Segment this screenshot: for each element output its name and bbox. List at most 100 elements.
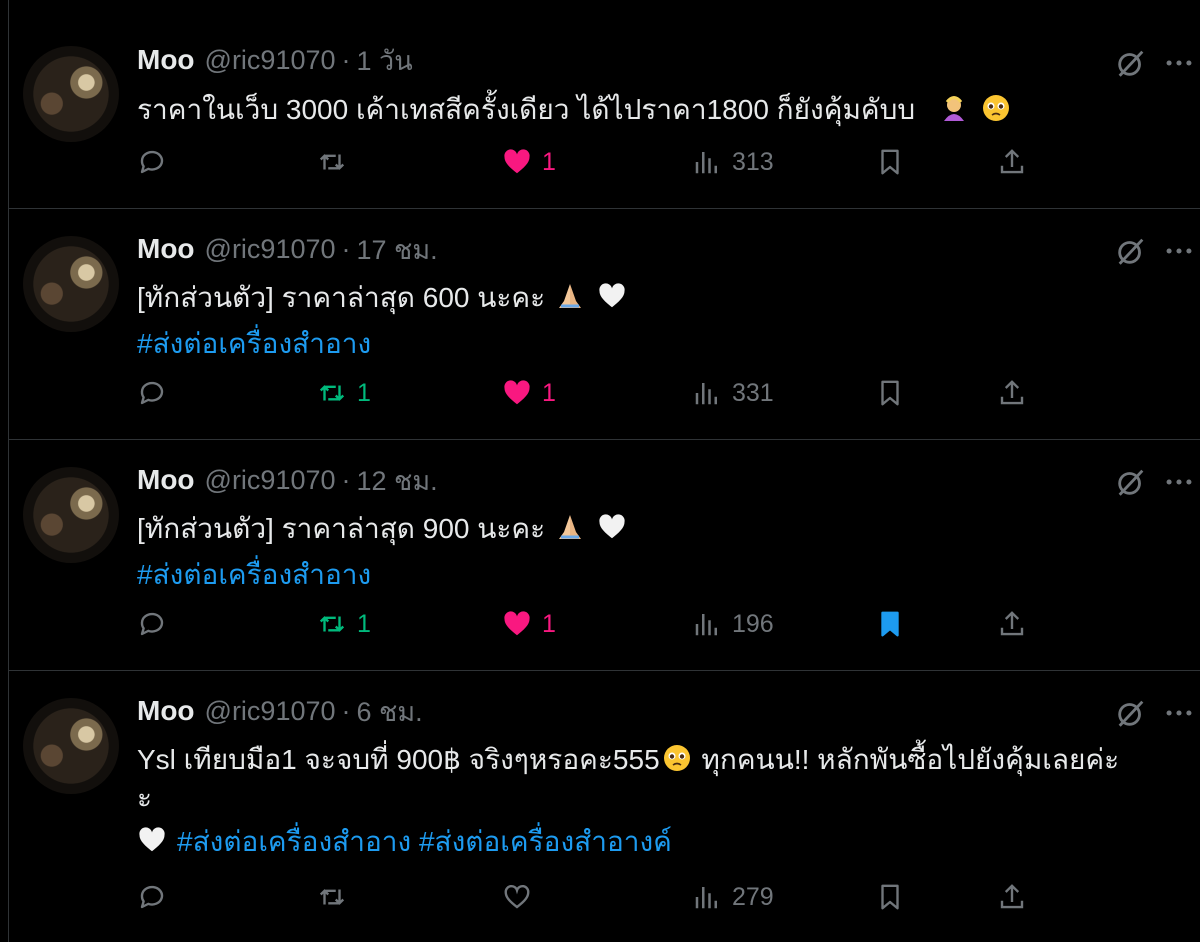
avatar[interactable]	[23, 236, 119, 332]
tweet-text-line: ราคาในเว็บ 3000 เค้าเทสสีครั้งเดียว ได้ไ…	[137, 94, 916, 125]
grok-icon[interactable]	[1114, 46, 1148, 80]
reply-icon	[140, 150, 164, 174]
share-button[interactable]	[997, 373, 1027, 413]
more-options-icon[interactable]	[1161, 696, 1197, 730]
views-button[interactable]: 279	[692, 877, 774, 917]
tweet-actions: 279	[137, 877, 1157, 917]
grok-icon[interactable]	[1114, 696, 1148, 730]
hashtag-link[interactable]: #ส่งต่อเครื่องสำอาง	[137, 328, 371, 359]
timestamp[interactable]: 1 วัน	[357, 39, 413, 82]
share-icon	[1000, 149, 1024, 174]
pleading-face-emoji	[982, 95, 1009, 121]
bookmark-button[interactable]	[875, 373, 905, 413]
reply-button[interactable]	[137, 877, 177, 917]
heart-outline-icon	[504, 884, 530, 909]
bookmark-button[interactable]	[875, 604, 905, 644]
repost-icon	[319, 889, 345, 905]
tweet-header: Moo @ric91070 · 6 ชม.	[137, 693, 423, 729]
separator: ·	[341, 44, 351, 75]
like-button[interactable]: 1	[502, 373, 556, 413]
author-name[interactable]: Moo	[137, 233, 195, 265]
tweet-text: ราคาในเว็บ 3000 เค้าเทสสีครั้งเดียว ได้ไ…	[137, 87, 1187, 133]
avatar[interactable]	[23, 46, 119, 142]
folded-hands-emoji	[558, 284, 581, 308]
repost-button[interactable]: 1	[317, 373, 371, 413]
tweet-text-line: ทุกคนน!! หลักพันซื้อไปยังคุ้มเลยค่ะ	[693, 744, 1120, 775]
more-options-icon[interactable]	[1161, 234, 1197, 268]
tweet-text-line: [ทักส่วนตัว] ราคาล่าสุด 900 นะคะ	[137, 513, 546, 544]
white-heart-emoji	[139, 827, 165, 852]
tweet-actions: 1 1 331	[137, 373, 1157, 413]
author-name[interactable]: Moo	[137, 695, 195, 727]
tweet[interactable]: Moo @ric91070 · 17 ชม. [ทักส่วนตัว] ราคา…	[9, 209, 1200, 440]
views-icon	[695, 887, 717, 909]
avatar[interactable]	[23, 467, 119, 563]
reply-button[interactable]	[137, 142, 177, 182]
like-button[interactable]: 1	[502, 142, 556, 182]
views-icon	[695, 383, 717, 405]
hashtag-link[interactable]: #ส่งต่อเครื่องสำอาง	[177, 826, 411, 857]
repost-button[interactable]	[317, 877, 357, 917]
share-button[interactable]	[997, 142, 1027, 182]
like-count: 1	[542, 609, 556, 638]
reply-button[interactable]	[137, 373, 177, 413]
tweet[interactable]: Moo @ric91070 · 12 ชม. [ทักส่วนตัว] ราคา…	[9, 440, 1200, 671]
timestamp[interactable]: 17 ชม.	[357, 228, 438, 271]
bookmark-button[interactable]	[875, 877, 905, 917]
tweet[interactable]: Moo @ric91070 · 6 ชม. Ysl เทียบมือ1 จะจบ…	[9, 671, 1200, 942]
reply-button[interactable]	[137, 604, 177, 644]
timestamp[interactable]: 6 ชม.	[357, 690, 423, 733]
views-count: 196	[732, 609, 774, 638]
author-handle[interactable]: @ric91070	[205, 696, 336, 727]
like-button[interactable]	[502, 877, 542, 917]
views-button[interactable]: 331	[692, 373, 774, 413]
share-icon	[1000, 611, 1024, 636]
folded-hands-emoji	[558, 515, 581, 539]
white-heart-emoji	[599, 283, 625, 308]
separator: ·	[341, 464, 351, 495]
author-name[interactable]: Moo	[137, 464, 195, 496]
heart-filled-icon	[504, 380, 530, 405]
author-handle[interactable]: @ric91070	[205, 45, 336, 76]
views-button[interactable]: 196	[692, 604, 774, 644]
repost-icon	[319, 616, 345, 632]
tweet-header: Moo @ric91070 · 12 ชม.	[137, 462, 438, 498]
hashtag-link[interactable]: #ส่งต่อเครื่องสำอางค์	[419, 826, 672, 857]
tweet-text: Ysl เทียบมือ1 จะจบที่ 900฿ จริงๆหรอคะ555…	[137, 737, 1187, 865]
bookmark-icon	[881, 380, 899, 406]
reply-icon	[140, 381, 164, 405]
repost-count: 1	[357, 378, 371, 407]
heart-filled-icon	[504, 611, 530, 636]
avatar[interactable]	[23, 698, 119, 794]
pleading-face-emoji	[663, 745, 690, 771]
grok-icon[interactable]	[1114, 234, 1148, 268]
repost-button[interactable]: 1	[317, 604, 371, 644]
tweet-text: [ทักส่วนตัว] ราคาล่าสุด 600 นะคะ #ส่งต่อ…	[137, 275, 1187, 367]
tweet-text-line: Ysl เทียบมือ1 จะจบที่ 900฿ จริงๆหรอคะ555	[137, 744, 660, 775]
author-handle[interactable]: @ric91070	[205, 465, 336, 496]
repost-button[interactable]	[317, 142, 357, 182]
hashtag-link[interactable]: #ส่งต่อเครื่องสำอาง	[137, 559, 371, 590]
share-button[interactable]	[997, 604, 1027, 644]
more-options-icon[interactable]	[1161, 465, 1197, 499]
separator: ·	[341, 233, 351, 264]
tweet[interactable]: Moo @ric91070 · 1 วัน ราคาในเว็บ 3000 เค…	[9, 0, 1200, 209]
timestamp[interactable]: 12 ชม.	[357, 459, 438, 502]
white-heart-emoji	[599, 514, 625, 539]
author-name[interactable]: Moo	[137, 44, 195, 76]
share-button[interactable]	[997, 877, 1027, 917]
tweet-actions: 1 313	[137, 142, 1157, 182]
reply-icon	[140, 885, 164, 909]
more-options-icon[interactable]	[1161, 46, 1197, 80]
tweet-text-line: [ทักส่วนตัว] ราคาล่าสุด 600 นะคะ	[137, 282, 546, 313]
views-button[interactable]: 313	[692, 142, 774, 182]
repost-icon	[319, 154, 345, 170]
bookmark-icon	[881, 884, 899, 910]
grok-icon[interactable]	[1114, 465, 1148, 499]
bookmark-button[interactable]	[875, 142, 905, 182]
author-handle[interactable]: @ric91070	[205, 234, 336, 265]
like-button[interactable]: 1	[502, 604, 556, 644]
like-count: 1	[542, 147, 556, 176]
views-count: 313	[732, 147, 774, 176]
person-bowing-emoji	[943, 96, 964, 121]
